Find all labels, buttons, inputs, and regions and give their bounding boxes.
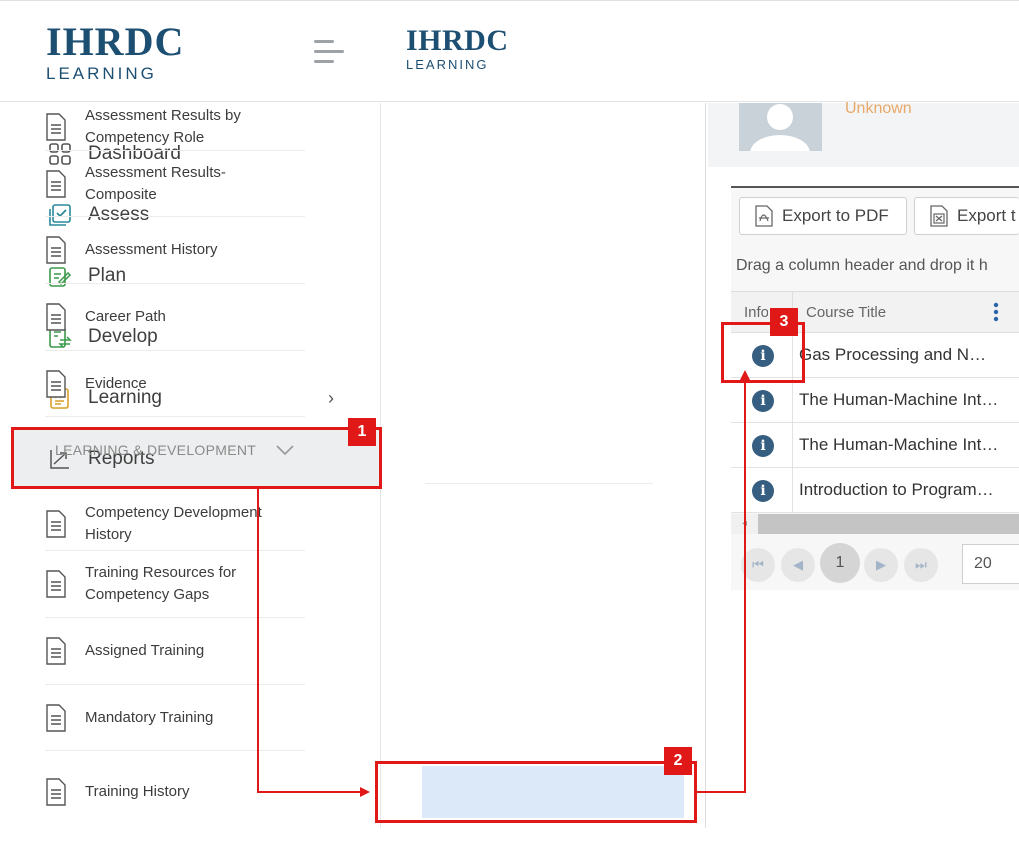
annotation-arrows (257, 370, 750, 797)
